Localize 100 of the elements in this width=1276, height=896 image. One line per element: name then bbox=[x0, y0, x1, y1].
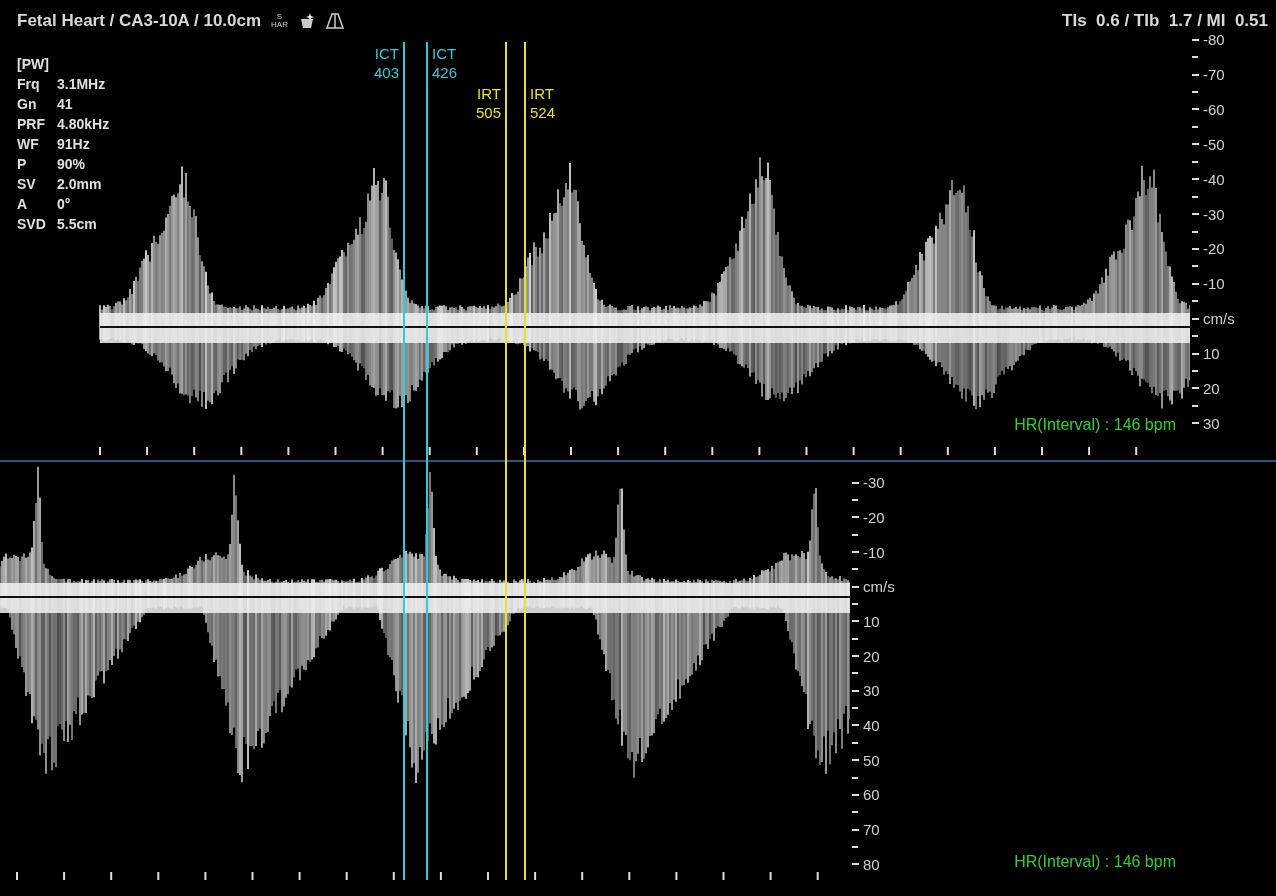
scale-label: 10 bbox=[1203, 345, 1220, 363]
scale-tick bbox=[1192, 282, 1199, 285]
caliper-label: IRT bbox=[477, 84, 501, 103]
scale-tick bbox=[1192, 56, 1198, 59]
caliper-value: 505 bbox=[475, 103, 501, 122]
scale-tick bbox=[852, 499, 858, 501]
scale-tick bbox=[852, 845, 858, 848]
scale-tick bbox=[852, 724, 859, 727]
scale-tick bbox=[852, 568, 858, 571]
scale-label: 60 bbox=[863, 786, 880, 804]
parameter-name: SV bbox=[17, 176, 37, 192]
caliper-line[interactable] bbox=[426, 42, 428, 880]
scale-label: -50 bbox=[1203, 135, 1225, 153]
scale-tick bbox=[1192, 265, 1198, 268]
scale-tick bbox=[1192, 352, 1199, 355]
heart-rate-readout: HR(Interval) : 146 bpm bbox=[1014, 416, 1176, 434]
scale-tick bbox=[1192, 108, 1199, 111]
scale-tick bbox=[1192, 38, 1199, 41]
scale-tick bbox=[1192, 178, 1199, 181]
scale-tick bbox=[852, 828, 859, 831]
caliper-value: 426 bbox=[432, 63, 458, 82]
caliper-value: 403 bbox=[373, 63, 399, 82]
parameter-name: PRF bbox=[17, 116, 46, 132]
scale-label: -20 bbox=[863, 508, 885, 526]
parameter-name: P bbox=[17, 156, 28, 172]
parameter-value: 4.80kHz bbox=[57, 116, 110, 132]
scale-label: -20 bbox=[1203, 240, 1225, 258]
scale-tick bbox=[1192, 370, 1198, 373]
scale-tick bbox=[852, 655, 859, 658]
scale-tick bbox=[852, 551, 859, 554]
scale-label: 30 bbox=[1203, 414, 1220, 432]
scale-label: 20 bbox=[1203, 379, 1220, 397]
parameter-value: 0° bbox=[57, 196, 72, 212]
scale-tick bbox=[1192, 317, 1199, 320]
heart-rate-readout: HR(Interval) : 146 bpm bbox=[1014, 853, 1176, 871]
caliper-line[interactable] bbox=[403, 42, 405, 880]
scale-tick bbox=[1192, 247, 1199, 250]
scale-tick bbox=[852, 863, 859, 866]
scale-label: 10 bbox=[863, 612, 880, 630]
exam-title: Fetal Heart / CA3-10A / 10.0cm bbox=[17, 11, 262, 31]
scale-label: -30 bbox=[863, 474, 885, 492]
parameter-value: 91Hz bbox=[57, 136, 91, 152]
scale-tick bbox=[1192, 300, 1198, 303]
scale-tick bbox=[1192, 143, 1199, 146]
harmonic-indicator: S HAR bbox=[271, 13, 288, 29]
scale-label: -80 bbox=[1203, 31, 1225, 49]
scale-label: 20 bbox=[863, 647, 880, 665]
parameter-name: WF bbox=[17, 136, 40, 152]
parameter-name: SVD bbox=[17, 216, 47, 232]
scale-tick bbox=[852, 793, 859, 796]
parameter-name: A bbox=[17, 196, 29, 212]
caliper-label: ICT bbox=[432, 44, 457, 63]
scale-tick bbox=[1192, 160, 1198, 163]
scale-tick bbox=[852, 516, 859, 519]
scale-label: cm/s bbox=[1203, 310, 1235, 328]
scale-tick bbox=[852, 689, 859, 692]
scale-tick bbox=[852, 620, 859, 623]
scale-tick bbox=[852, 811, 858, 814]
caliper-label: ICT bbox=[374, 44, 399, 63]
caliper-line[interactable] bbox=[524, 42, 526, 880]
scale-tick bbox=[852, 533, 858, 536]
scale-label: -10 bbox=[863, 543, 885, 561]
scale-tick bbox=[1192, 387, 1199, 390]
scale-tick bbox=[1192, 335, 1198, 338]
parameter-value: 41 bbox=[57, 96, 74, 112]
scale-tick bbox=[1192, 404, 1198, 407]
scale-tick bbox=[852, 585, 859, 588]
scale-label: -10 bbox=[1203, 275, 1225, 293]
caliper-line[interactable] bbox=[505, 42, 507, 880]
parameter-value: 90% bbox=[57, 156, 87, 172]
scale-label: 80 bbox=[863, 855, 880, 873]
parameter-name: Gn bbox=[17, 96, 38, 112]
scale-label: 50 bbox=[863, 751, 880, 769]
scale-tick bbox=[1192, 73, 1199, 76]
scale-tick bbox=[1192, 125, 1198, 128]
scale-tick bbox=[1192, 230, 1198, 233]
trapezoid-icon bbox=[326, 13, 344, 29]
probe-sparkle-icon bbox=[298, 13, 316, 29]
scale-tick bbox=[1192, 422, 1199, 425]
scale-tick bbox=[1192, 195, 1198, 198]
scale-tick bbox=[852, 759, 859, 762]
scale-tick bbox=[852, 707, 858, 710]
scale-tick bbox=[852, 637, 858, 640]
scale-label: -40 bbox=[1203, 170, 1225, 188]
scale-tick bbox=[852, 741, 858, 744]
scale-label: -70 bbox=[1203, 66, 1225, 84]
caliper-value: 524 bbox=[530, 103, 556, 122]
scale-label: 40 bbox=[863, 717, 880, 734]
scale-tick bbox=[1192, 213, 1199, 216]
parameter-value: 5.5cm bbox=[57, 216, 98, 232]
scale-label: -60 bbox=[1203, 100, 1225, 118]
scale-tick bbox=[852, 603, 858, 606]
mode-label: [PW] bbox=[17, 56, 50, 72]
scale-label: cm/s bbox=[863, 578, 895, 596]
scale-label: -30 bbox=[1203, 205, 1225, 223]
scale-tick bbox=[852, 481, 859, 484]
scale-tick bbox=[852, 776, 858, 779]
scale-label: 70 bbox=[863, 821, 880, 839]
parameter-value: 3.1MHz bbox=[57, 76, 107, 92]
caliper-label: IRT bbox=[530, 84, 554, 103]
